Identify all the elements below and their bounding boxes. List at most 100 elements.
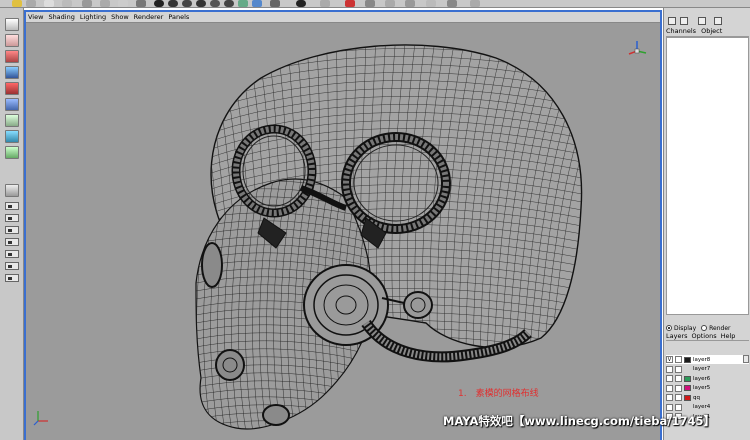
shelf-icon[interactable] xyxy=(12,0,22,7)
menu-help[interactable]: Help xyxy=(721,332,736,340)
layer-color-swatch[interactable] xyxy=(684,394,691,401)
sphere-icon[interactable] xyxy=(182,0,192,7)
shelf-icon[interactable] xyxy=(365,0,375,7)
shelf-icon[interactable] xyxy=(470,0,480,7)
layer-type-toggle[interactable] xyxy=(675,375,682,382)
layer-row[interactable]: layer5 xyxy=(666,384,749,393)
layer-name: layer5 xyxy=(693,385,711,391)
layer-row[interactable]: layer4 xyxy=(666,403,749,412)
menu-layers[interactable]: Layers xyxy=(666,332,688,340)
shelf-icon[interactable] xyxy=(296,0,306,7)
layout-icon[interactable] xyxy=(5,184,19,197)
menu-view[interactable]: View xyxy=(28,13,43,21)
tab-object[interactable]: Object xyxy=(701,27,722,36)
shelf-icon[interactable] xyxy=(44,0,54,7)
layer-type-toggle[interactable] xyxy=(675,365,682,373)
layer-row[interactable]: layer6 xyxy=(666,374,749,383)
view-axis-icon[interactable] xyxy=(628,41,647,55)
soft-mod-icon[interactable] xyxy=(5,130,19,143)
lasso-tool-icon[interactable] xyxy=(5,34,19,47)
shelf-icon[interactable] xyxy=(100,0,110,7)
layer-list: Vlayer8 layer7 layer6 layer5 qq layer4 layer1 xyxy=(666,355,749,422)
menu-show[interactable]: Show xyxy=(111,13,129,21)
shelf-icon[interactable] xyxy=(136,0,146,7)
scale-tool-icon[interactable] xyxy=(5,98,19,111)
move-tool-icon[interactable] xyxy=(5,66,19,79)
shelf-icon[interactable] xyxy=(26,0,36,7)
shelf-icon[interactable] xyxy=(447,0,457,7)
layer-menu-bar: Layers Options Help xyxy=(666,332,749,341)
layer-type-toggle[interactable] xyxy=(675,403,682,411)
layer-color-swatch[interactable] xyxy=(684,404,691,410)
graph-layout-icon[interactable] xyxy=(5,250,19,258)
layer-type-toggle[interactable] xyxy=(675,394,682,401)
four-pane-layout-icon[interactable] xyxy=(5,214,19,222)
3d-scene[interactable] xyxy=(26,23,660,440)
sphere-icon[interactable] xyxy=(168,0,178,7)
tab-channels[interactable]: Channels xyxy=(666,27,696,36)
layer-visibility-toggle[interactable] xyxy=(666,403,673,411)
layer-color-swatch[interactable] xyxy=(684,385,691,391)
shelf-icon[interactable] xyxy=(385,0,395,7)
layer-type-toggle[interactable] xyxy=(675,356,682,363)
select-tool-icon[interactable] xyxy=(5,18,19,31)
paint-select-icon[interactable] xyxy=(5,50,19,63)
render-layout-icon[interactable] xyxy=(5,274,19,282)
rotate-tool-icon[interactable] xyxy=(5,82,19,95)
display-radio-label: Display xyxy=(674,324,697,332)
menu-shading[interactable]: Shading xyxy=(48,13,74,21)
display-radio[interactable] xyxy=(666,325,672,331)
two-pane-layout-icon[interactable] xyxy=(5,226,19,234)
sphere-icon[interactable] xyxy=(210,0,220,7)
sphere-icon[interactable] xyxy=(196,0,206,7)
shelf-icon[interactable] xyxy=(82,0,92,7)
outliner-layout-icon[interactable] xyxy=(5,238,19,246)
channel-list[interactable] xyxy=(666,37,749,315)
helmet-wireframe[interactable] xyxy=(26,23,660,440)
shelf-icon[interactable] xyxy=(405,0,415,7)
hypershade-layout-icon[interactable] xyxy=(5,262,19,270)
shelf-icon[interactable] xyxy=(252,0,262,7)
shelf-icon[interactable] xyxy=(426,0,436,7)
layer-color-swatch[interactable] xyxy=(684,375,691,382)
channel-box: Channels Object Display Render Layers Op… xyxy=(663,8,750,440)
channel-box-icon[interactable] xyxy=(668,17,676,25)
shelf-icon[interactable] xyxy=(320,0,330,7)
shelf-icon[interactable] xyxy=(270,0,280,7)
shelf-icon[interactable] xyxy=(238,0,248,7)
panel-menu-bar: View Shading Lighting Show Renderer Pane… xyxy=(26,12,660,23)
layer-name: qq xyxy=(693,394,700,401)
layer-type-toggle[interactable] xyxy=(675,384,682,392)
menu-lighting[interactable]: Lighting xyxy=(80,13,106,21)
shelf-strip xyxy=(0,0,750,8)
layer-visibility-toggle[interactable] xyxy=(666,375,673,382)
sphere-icon[interactable] xyxy=(224,0,234,7)
single-pane-layout-icon[interactable] xyxy=(5,202,19,210)
layer-row[interactable]: Vlayer8 xyxy=(666,355,749,364)
layer-name: layer7 xyxy=(693,366,711,372)
layer-row[interactable]: qq xyxy=(666,393,749,402)
layer-visibility-toggle[interactable] xyxy=(666,394,673,401)
layer-visibility-toggle[interactable] xyxy=(666,384,673,392)
manipulator-icon[interactable] xyxy=(5,114,19,127)
layer-color-swatch[interactable] xyxy=(684,366,691,372)
render-radio[interactable] xyxy=(701,325,708,331)
layer-visibility-toggle[interactable]: V xyxy=(666,356,673,363)
tool-settings-icon[interactable] xyxy=(698,17,706,25)
layer-name: layer4 xyxy=(693,404,711,410)
menu-renderer[interactable]: Renderer xyxy=(134,13,164,21)
last-tool-icon[interactable] xyxy=(5,146,19,159)
layer-color-swatch[interactable] xyxy=(684,356,691,363)
attribute-editor-icon[interactable] xyxy=(680,17,688,25)
layer-icon[interactable] xyxy=(714,17,722,25)
layer-scroll-arrow[interactable] xyxy=(743,355,749,363)
layer-row[interactable]: layer7 xyxy=(666,365,749,374)
menu-panels[interactable]: Panels xyxy=(168,13,189,21)
layer-name: layer6 xyxy=(693,375,711,382)
shelf-icon[interactable] xyxy=(62,0,72,7)
shelf-icon[interactable] xyxy=(345,0,355,7)
menu-options[interactable]: Options xyxy=(692,332,717,340)
shelf-icon[interactable] xyxy=(118,0,128,7)
sphere-icon[interactable] xyxy=(154,0,164,7)
layer-visibility-toggle[interactable] xyxy=(666,365,673,373)
